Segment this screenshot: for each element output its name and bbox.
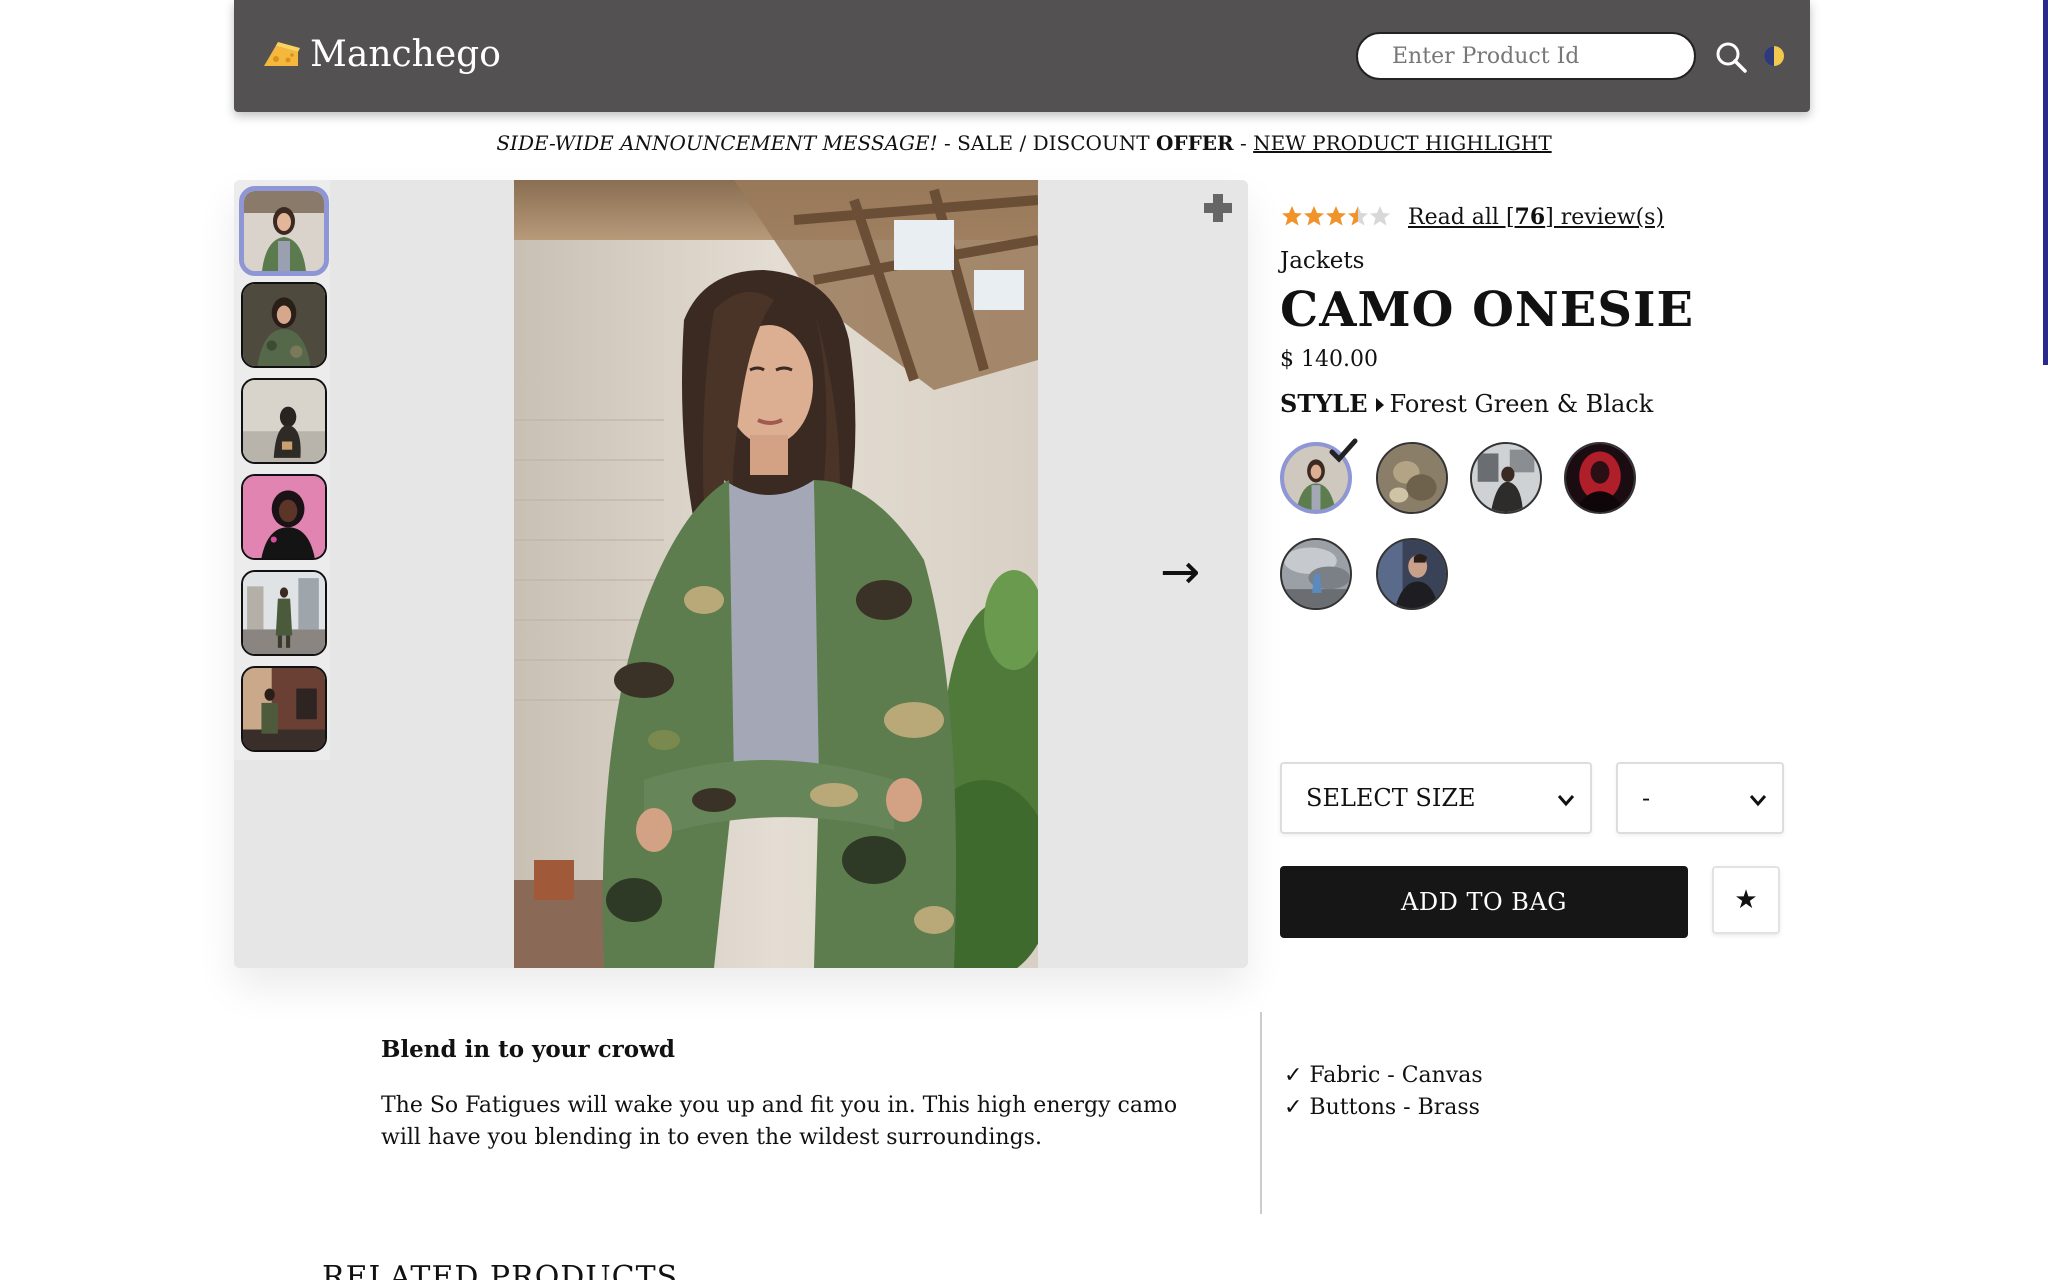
main-product-image[interactable] <box>514 180 1038 968</box>
quantity-select-value: - <box>1642 784 1651 812</box>
page-scrollbar[interactable] <box>2043 0 2048 365</box>
style-swatch-4-image <box>1566 444 1634 512</box>
thumbnail-1-image <box>244 191 324 271</box>
model-camo-jacket-photo <box>514 180 1038 968</box>
read-reviews-link[interactable]: Read all [76] review(s) <box>1408 204 1664 230</box>
style-swatch-6[interactable] <box>1376 538 1448 610</box>
thumbnail-3-image <box>243 380 325 462</box>
description-heading: Blend in to your crowd <box>381 1036 675 1063</box>
announcement-bar: SIDE-WIDE ANNOUNCEMENT MESSAGE! - SALE /… <box>0 131 2048 155</box>
style-swatch-3[interactable] <box>1470 442 1542 514</box>
star-half-icon <box>1348 206 1368 226</box>
size-select[interactable]: SELECT SIZE <box>1280 762 1592 834</box>
thumbnail-6[interactable] <box>241 666 327 752</box>
theme-toggle-icon[interactable] <box>1762 44 1786 68</box>
style-swatch-5-image <box>1282 540 1350 608</box>
selected-check-icon <box>1329 438 1358 463</box>
feature-item: ✓ Buttons - Brass <box>1284 1095 1480 1120</box>
next-image-arrow-icon[interactable]: → <box>1160 548 1200 596</box>
star-full-icon <box>1304 206 1324 226</box>
style-label: STYLE <box>1280 389 1368 418</box>
style-swatch-4[interactable] <box>1564 442 1636 514</box>
thumbnail-strip <box>234 180 330 760</box>
product-category: Jackets <box>1280 248 1365 274</box>
site-header: Manchego <box>234 0 1810 112</box>
thumbnail-4-image <box>243 476 325 558</box>
zoom-plus-icon[interactable] <box>1202 192 1234 224</box>
reviews-prefix: Read all [ <box>1408 205 1515 230</box>
announcement-sale-text: - SALE / DISCOUNT <box>937 131 1156 155</box>
style-swatch-2-image <box>1378 444 1446 512</box>
cheese-logo-icon[interactable] <box>262 40 302 70</box>
style-selector-label: STYLE Forest Green & Black <box>1280 389 1653 418</box>
thumbnail-6-image <box>243 668 325 750</box>
thumbnail-2-image <box>243 284 325 366</box>
announcement-message: SIDE-WIDE ANNOUNCEMENT MESSAGE! <box>496 131 938 155</box>
chevron-down-icon <box>1557 795 1575 807</box>
style-value: Forest Green & Black <box>1389 390 1654 418</box>
feature-list: ✓ Fabric - Canvas ✓ Buttons - Brass <box>1284 1060 1483 1124</box>
thumbnail-4[interactable] <box>241 474 327 560</box>
announcement-offer: OFFER <box>1155 131 1234 155</box>
reviews-count: 76 <box>1514 204 1546 230</box>
caret-right-icon <box>1375 398 1384 412</box>
style-swatch-5[interactable] <box>1280 538 1352 610</box>
description-body: The So Fatigues will wake you up and fit… <box>381 1093 1178 1150</box>
thumbnail-5[interactable] <box>241 570 327 656</box>
star-full-icon <box>1326 206 1346 226</box>
thumbnail-5-image <box>243 572 325 654</box>
style-swatch-2[interactable] <box>1376 442 1448 514</box>
product-title: CAMO ONESIE <box>1280 282 1695 338</box>
quantity-select[interactable]: - <box>1616 762 1784 834</box>
style-swatch-6-image <box>1378 540 1446 608</box>
size-select-value: SELECT SIZE <box>1306 784 1476 812</box>
favorite-star-button[interactable]: ★ <box>1712 866 1780 934</box>
search-icon[interactable] <box>1714 40 1748 74</box>
product-id-search-input[interactable] <box>1356 32 1696 80</box>
product-price: $ 140.00 <box>1280 347 1378 372</box>
product-gallery: → <box>234 180 1248 968</box>
add-to-bag-button[interactable]: ADD TO BAG <box>1280 866 1688 938</box>
section-divider <box>1260 1012 1262 1214</box>
thumbnail-1[interactable] <box>239 186 329 276</box>
announcement-separator: - <box>1233 131 1254 155</box>
star-empty-icon <box>1370 206 1390 226</box>
reviews-suffix: ] review(s) <box>1545 205 1665 230</box>
thumbnail-2[interactable] <box>241 282 327 368</box>
feature-item: ✓ Fabric - Canvas <box>1284 1063 1483 1088</box>
brand-name[interactable]: Manchego <box>310 34 501 75</box>
thumbnail-3[interactable] <box>241 378 327 464</box>
chevron-down-icon <box>1749 795 1767 807</box>
style-swatch-3-image <box>1472 444 1540 512</box>
related-products-heading: RELATED PRODUCTS <box>322 1260 679 1280</box>
star-full-icon <box>1282 206 1302 226</box>
new-product-highlight-link[interactable]: NEW PRODUCT HIGHLIGHT <box>1253 131 1552 155</box>
